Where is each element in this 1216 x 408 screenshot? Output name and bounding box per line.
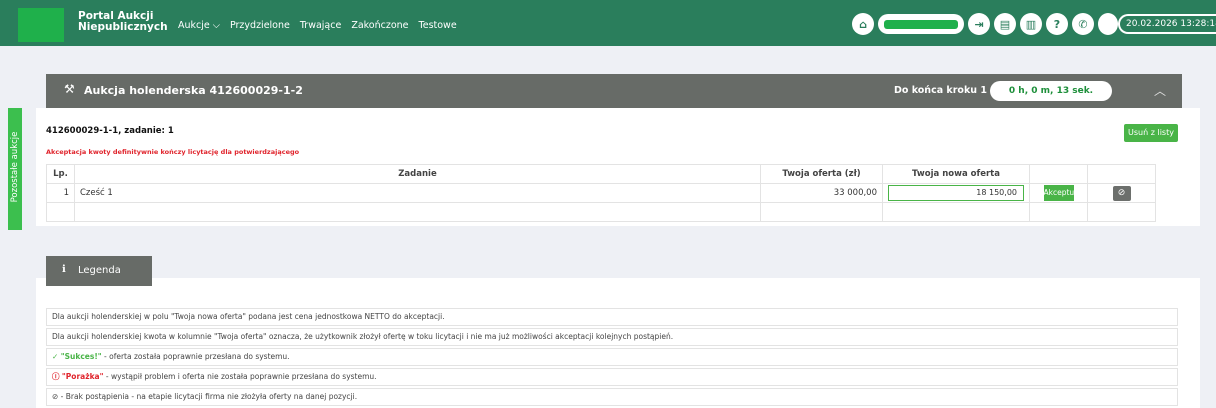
table-header-row: Lp. Zadanie Twoja oferta (zł) Twoja nowa… (46, 164, 1156, 184)
success-text: - oferta została poprawnie przesłana do … (101, 352, 290, 361)
no-bid-text: - Brak postąpienia - na etapie licytacji… (58, 392, 358, 401)
help-icon: ? (1053, 17, 1061, 31)
legend-no-bid: ⊘ - Brak postąpienia - na etapie licytac… (46, 388, 1178, 406)
other-auctions-label: Pozostałe aukcje (10, 131, 20, 203)
gavel-icon: ⚒ (64, 82, 75, 96)
nav-testowe[interactable]: Testowe (419, 20, 457, 31)
legend-success: ✓ "Sukces!" - oferta została poprawnie p… (46, 348, 1178, 366)
legend-header: ℹ Legenda (46, 256, 152, 286)
chevron-down-icon: ⌵ (212, 20, 220, 31)
task-title: 412600029-1-1, zadanie: 1 (46, 126, 174, 136)
countdown-timer: 0 h, 0 m, 13 sek. (990, 81, 1112, 101)
col-lp: Lp. (46, 164, 75, 184)
nav-aukcje-label: Aukcje (178, 20, 210, 31)
other-auctions-tab[interactable]: Pozostałe aukcje (8, 108, 22, 230)
auction-panel-header: ⚒ Aukcja holenderska 412600029-1-2 Do ko… (46, 74, 1182, 108)
logout-icon: ⇥ (974, 17, 984, 31)
main-nav: Aukcje ⌵ Przydzielone Trwające Zakończon… (178, 20, 457, 31)
col-no-bid (1087, 164, 1156, 184)
accept-button[interactable]: Akceptuj (1043, 185, 1076, 201)
auction-table: Lp. Zadanie Twoja oferta (zł) Twoja nowa… (46, 164, 1156, 222)
top-bar: Portal Aukcji Niepublicznych Aukcje ⌵ Pr… (0, 0, 1216, 46)
failure-label: "Porażka" (61, 372, 104, 381)
ban-icon: ⊘ (1117, 187, 1126, 198)
user-account-button[interactable] (878, 14, 964, 34)
table-empty-row (46, 202, 1156, 222)
legend-title: Legenda (78, 265, 121, 276)
remove-from-list-button[interactable]: Usuń z listy (1124, 124, 1178, 142)
no-bid-button[interactable]: ⊘ (1112, 185, 1131, 201)
nav-przydzielone[interactable]: Przydzielone (230, 20, 290, 31)
row-no-bid-cell: ⊘ (1087, 183, 1156, 203)
logo[interactable] (18, 8, 64, 42)
nav-aukcje[interactable]: Aukcje ⌵ (178, 20, 220, 31)
user-name-redacted (884, 20, 958, 29)
book-icon: ▥ (1025, 17, 1037, 31)
row-accept-cell: Akceptuj (1029, 183, 1088, 203)
home-button[interactable]: ⌂ (852, 13, 874, 35)
table-row: 1 Cześć 1 33 000,00 18 150,00 Akceptuj ⊘ (46, 183, 1156, 203)
failure-text: - wystąpił problem i oferta nie została … (103, 372, 377, 381)
contact-button[interactable]: ✆ (1072, 13, 1094, 35)
row-lp: 1 (46, 183, 75, 203)
failure-alert-icon: ⓘ (52, 372, 60, 381)
nav-zakonczone[interactable]: Zakończone (351, 20, 408, 31)
new-offer-input[interactable]: 18 150,00 (888, 185, 1024, 201)
col-action (1029, 164, 1088, 184)
legend-failure: ⓘ "Porażka" - wystąpił problem i oferta … (46, 368, 1178, 386)
info-icon: ℹ (62, 264, 66, 275)
datetime-badge-left (1098, 13, 1118, 35)
row-new-offer-cell: 18 150,00 (882, 183, 1030, 203)
current-datetime: 20.02.2026 13:28:18 (1118, 14, 1216, 34)
help-button[interactable]: ? (1046, 13, 1068, 35)
countdown-label: Do końca kroku 1 (894, 85, 987, 96)
acceptance-warning: Akceptacja kwoty definitywnie kończy lic… (46, 148, 300, 156)
home-icon: ⌂ (859, 17, 867, 31)
calculator-button[interactable]: ▤ (994, 13, 1016, 35)
logout-button[interactable]: ⇥ (968, 13, 990, 35)
legend-line-2: Dla aukcji holenderskiej kwota w kolumni… (46, 328, 1178, 346)
nav-trwajace[interactable]: Trwające (300, 20, 341, 31)
phone-icon: ✆ (1078, 17, 1088, 31)
col-nowa-oferta: Twoja nowa oferta (882, 164, 1030, 184)
col-zadanie: Zadanie (74, 164, 761, 184)
row-task: Cześć 1 (74, 183, 761, 203)
col-twoja-oferta: Twoja oferta (zł) (760, 164, 883, 184)
collapse-chevron-up-icon[interactable]: ︿ (1154, 82, 1166, 99)
row-offer: 33 000,00 (760, 183, 883, 203)
portal-name[interactable]: Portal Aukcji Niepublicznych (78, 11, 168, 33)
success-check-icon: ✓ (52, 352, 59, 361)
manual-button[interactable]: ▥ (1020, 13, 1042, 35)
legend-line-1: Dla aukcji holenderskiej w polu "Twoja n… (46, 308, 1178, 326)
success-label: "Sukces!" (60, 352, 102, 361)
portal-name-line2: Niepublicznych (78, 21, 168, 33)
calculator-icon: ▤ (999, 17, 1011, 31)
auction-title: Aukcja holenderska 412600029-1-2 (84, 84, 303, 97)
